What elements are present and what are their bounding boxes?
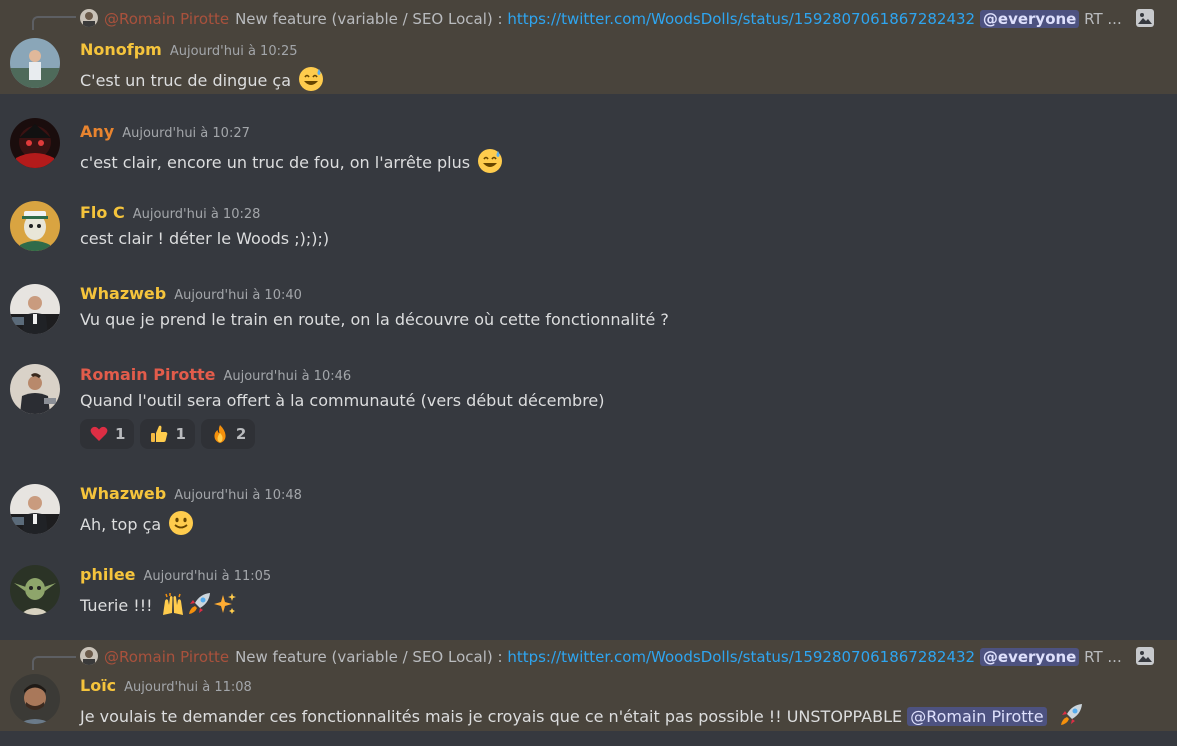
rocket-icon — [1058, 702, 1084, 728]
everyone-mention[interactable]: @everyone — [979, 10, 1080, 28]
timestamp: Aujourd'hui à 10:25 — [169, 44, 298, 59]
reply-author[interactable]: @Romain Pirotte — [104, 648, 229, 666]
sparkles-icon — [212, 591, 238, 617]
reply-avatar — [80, 9, 98, 27]
timestamp: Aujourd'hui à 10:27 — [122, 126, 250, 141]
chat-message: philee Aujourd'hui à 11:05 Tuerie !!! — [0, 561, 1177, 621]
everyone-mention[interactable]: @everyone — [979, 648, 1080, 666]
timestamp: Aujourd'hui à 11:08 — [124, 680, 252, 695]
message-text: Je voulais te demander ces fonctionnalit… — [80, 707, 908, 726]
username[interactable]: philee — [80, 565, 136, 584]
reply-link[interactable]: https://twitter.com/WoodsDolls/status/15… — [507, 648, 975, 666]
reaction-thumbs-up[interactable]: 1 — [140, 419, 195, 449]
reply-avatar — [80, 647, 98, 665]
slight-smile-icon — [168, 510, 194, 536]
reply-spine — [32, 656, 76, 670]
chat-message: @Romain Pirotte New feature (variable / S… — [0, 640, 1177, 731]
avatar[interactable] — [10, 38, 60, 88]
chat-message-list: @Romain Pirotte New feature (variable / S… — [0, 0, 1177, 746]
chat-message: Romain Pirotte Aujourd'hui à 10:46 Quand … — [0, 361, 1177, 456]
heart-icon — [89, 424, 109, 444]
timestamp: Aujourd'hui à 11:05 — [143, 569, 272, 584]
username[interactable]: Any — [80, 122, 114, 141]
timestamp: Aujourd'hui à 10:28 — [132, 207, 261, 222]
message-text: c'est clair, encore un truc de fou, on l… — [80, 153, 471, 172]
reactions: 1 1 2 — [80, 419, 256, 449]
reaction-fire[interactable]: 2 — [200, 419, 256, 449]
username[interactable]: Nonofpm — [80, 40, 162, 59]
chat-message: Whazweb Aujourd'hui à 10:40 Vu que je pre… — [0, 280, 1177, 336]
message-text: Tuerie !!! — [80, 596, 153, 615]
username[interactable]: Whazweb — [80, 484, 166, 503]
message-text: cest clair ! déter le Woods ;););) — [80, 229, 330, 248]
avatar[interactable] — [10, 201, 60, 251]
message-text: Ah, top ça — [80, 515, 162, 534]
reply-author[interactable]: @Romain Pirotte — [104, 10, 229, 28]
reply-tail: RT ... — [1084, 10, 1122, 28]
reply-preview[interactable]: @Romain Pirotte New feature (variable / S… — [80, 646, 1155, 668]
image-icon[interactable] — [1135, 646, 1155, 666]
reply-link[interactable]: https://twitter.com/WoodsDolls/status/15… — [507, 10, 975, 28]
reaction-count: 2 — [235, 425, 247, 443]
avatar[interactable] — [10, 364, 60, 414]
username[interactable]: Whazweb — [80, 284, 166, 303]
timestamp: Aujourd'hui à 10:40 — [174, 288, 302, 303]
raised-hands-icon — [160, 591, 186, 617]
reply-text: New feature (variable / SEO Local) : — [235, 648, 508, 666]
image-icon[interactable] — [1135, 8, 1155, 28]
reaction-count: 1 — [115, 425, 126, 443]
username[interactable]: Loïc — [80, 676, 116, 695]
message-text: C'est un truc de dingue ça — [80, 71, 292, 90]
reply-spine — [32, 16, 76, 30]
reply-tail: RT ... — [1084, 648, 1122, 666]
reply-preview[interactable]: @Romain Pirotte New feature (variable / S… — [80, 8, 1155, 30]
avatar[interactable] — [10, 674, 60, 724]
message-text: Vu que je prend le train en route, on la… — [80, 310, 669, 329]
username[interactable]: Romain Pirotte — [80, 365, 215, 384]
reply-text: New feature (variable / SEO Local) : — [235, 10, 508, 28]
avatar[interactable] — [10, 284, 60, 334]
reaction-count: 1 — [175, 425, 186, 443]
reaction-heart[interactable]: 1 — [80, 419, 135, 449]
avatar[interactable] — [10, 565, 60, 615]
avatar[interactable] — [10, 484, 60, 534]
chat-message: Flo C Aujourd'hui à 10:28 cest clair ! dé… — [0, 199, 1177, 255]
fire-icon — [210, 424, 230, 444]
chat-message: @Romain Pirotte New feature (variable / S… — [0, 0, 1177, 94]
username[interactable]: Flo C — [80, 203, 125, 222]
sweat-smile-icon — [298, 66, 324, 92]
rocket-icon — [186, 591, 212, 617]
timestamp: Aujourd'hui à 10:48 — [174, 488, 302, 503]
timestamp: Aujourd'hui à 10:46 — [223, 369, 352, 384]
chat-message: Any Aujourd'hui à 10:27 c'est clair, enco… — [0, 118, 1177, 180]
sweat-smile-icon — [477, 148, 503, 174]
chat-message: Whazweb Aujourd'hui à 10:48 Ah, top ça — [0, 480, 1177, 540]
avatar[interactable] — [10, 118, 60, 168]
user-mention[interactable]: @Romain Pirotte — [907, 707, 1047, 726]
thumbs-up-icon — [149, 424, 169, 444]
message-text: Quand l'outil sera offert à la communaut… — [80, 391, 605, 410]
